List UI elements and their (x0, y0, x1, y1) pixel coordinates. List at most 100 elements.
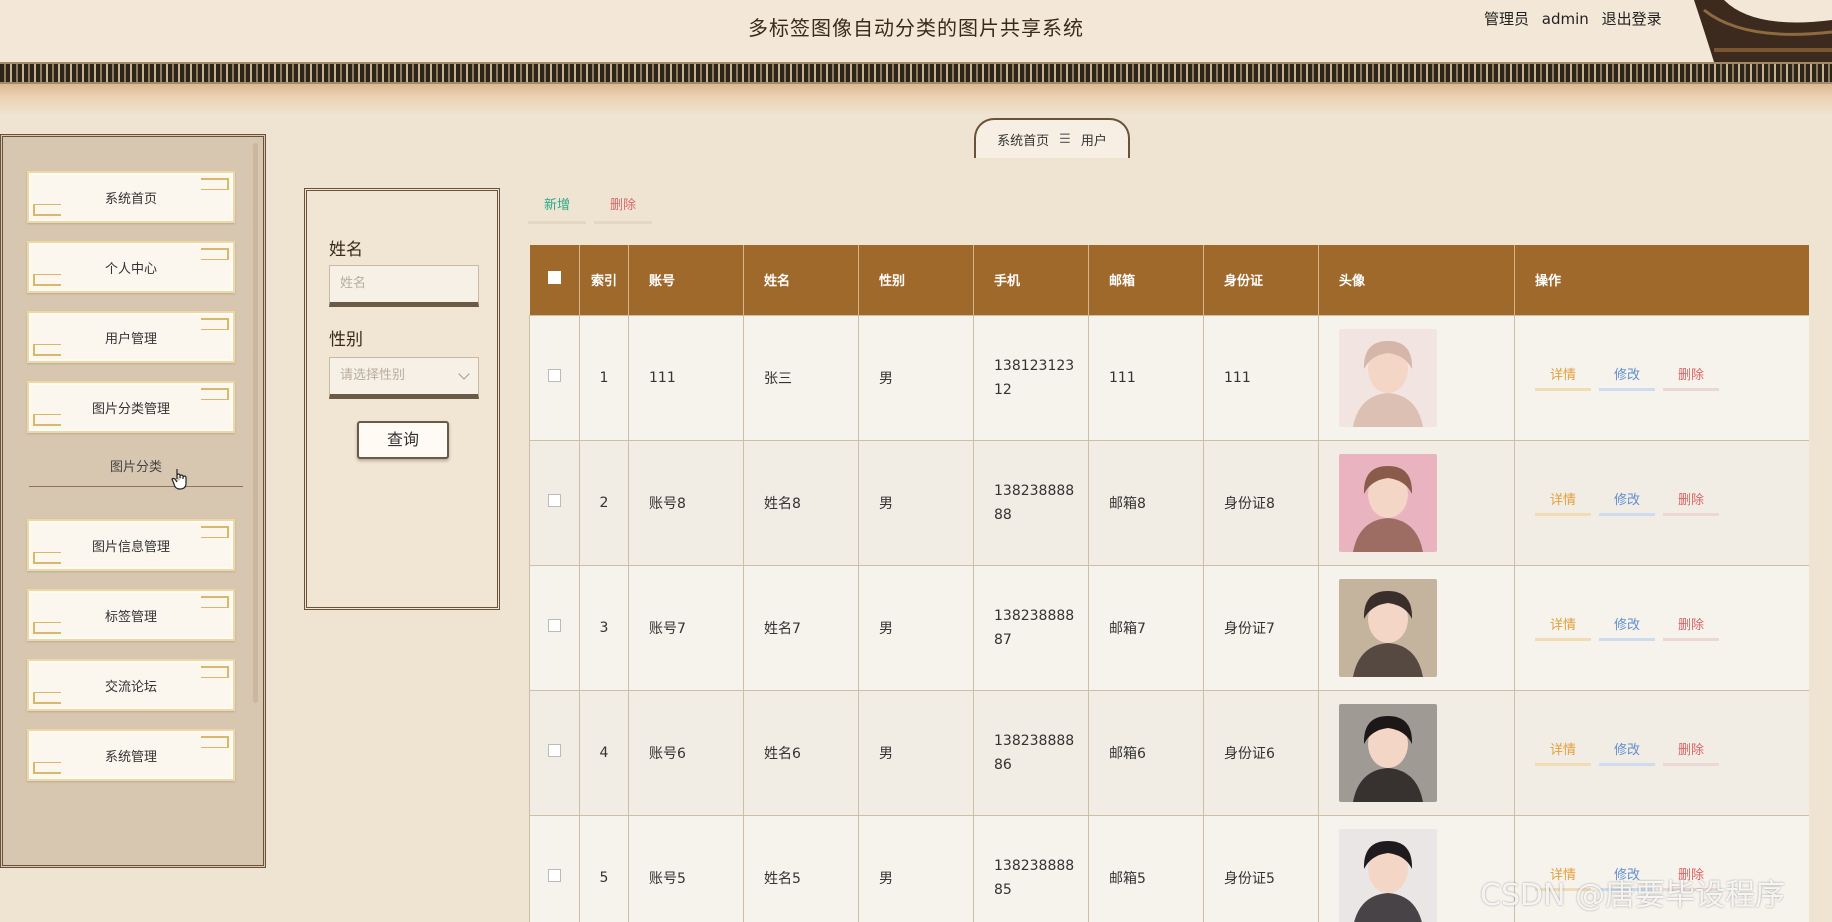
username: admin (1541, 10, 1589, 28)
col-phone: 手机 (973, 245, 1089, 315)
select-all-checkbox[interactable] (529, 245, 580, 315)
phone-text: 13823888888 (994, 482, 1075, 523)
delete-button[interactable]: 删除 (1663, 490, 1719, 516)
cell-avatar (1318, 439, 1515, 566)
cell-name: 姓名7 (743, 564, 859, 691)
cell-idcard: 身份证6 (1203, 689, 1319, 816)
avatar-image[interactable] (1339, 453, 1437, 552)
gender-select-placeholder: 请选择性别 (340, 368, 406, 383)
sidebar-item-image-info[interactable]: 图片信息管理 (27, 519, 235, 571)
cell-name: 姓名5 (743, 814, 859, 922)
cell-gender: 男 (858, 689, 974, 816)
cell-email: 邮箱7 (1088, 564, 1204, 691)
col-index: 索引 (579, 245, 629, 315)
edit-button[interactable]: 修改 (1599, 615, 1655, 641)
cell-idcard: 111 (1203, 314, 1319, 441)
edit-button[interactable]: 修改 (1599, 490, 1655, 516)
sidebar-item-forum[interactable]: 交流论坛 (27, 659, 235, 711)
cell-index: 4 (579, 689, 629, 816)
sidebar-item-tags[interactable]: 标签管理 (27, 589, 235, 641)
breadcrumb: 系统首页 ☰ 用户 (974, 118, 1130, 158)
detail-button[interactable]: 详情 (1535, 490, 1591, 516)
col-avatar: 头像 (1318, 245, 1515, 315)
delete-button[interactable]: 删除 (1663, 615, 1719, 641)
cell-index: 3 (579, 564, 629, 691)
sidebar: 系统首页 个人中心 用户管理 图片分类管理 图片分类 图片信息管理 标签管理 交… (0, 134, 266, 868)
sidebar-item-image-category[interactable]: 图片分类管理 (27, 381, 235, 433)
fret-border (0, 62, 1832, 84)
cell-phone: 13823888885 (973, 814, 1089, 922)
user-area: 管理员 admin 退出登录 (1484, 8, 1670, 29)
brush-decoration (0, 84, 1832, 114)
cell-phone: 13812312312 (973, 314, 1089, 441)
avatar-image[interactable] (1339, 328, 1437, 427)
edit-button[interactable]: 修改 (1599, 740, 1655, 766)
col-email: 邮箱 (1088, 245, 1204, 315)
cell-gender: 男 (858, 564, 974, 691)
detail-button[interactable]: 详情 (1535, 740, 1591, 766)
phone-text: 13823888887 (994, 607, 1075, 648)
breadcrumb-home[interactable]: 系统首页 (997, 130, 1049, 149)
cell-account: 账号5 (628, 814, 744, 922)
sidebar-item-system[interactable]: 系统管理 (27, 729, 235, 781)
sidebar-item-users[interactable]: 用户管理 (27, 311, 235, 363)
avatar-image[interactable] (1339, 578, 1437, 677)
cell-email: 111 (1088, 314, 1204, 441)
breadcrumb-current: 用户 (1080, 133, 1107, 149)
gender-select[interactable]: 请选择性别 (329, 357, 479, 399)
row-checkbox[interactable] (529, 314, 580, 441)
logout-link[interactable]: 退出登录 (1602, 10, 1662, 28)
query-button[interactable]: 查询 (357, 421, 449, 459)
delete-button[interactable]: 删除 (1663, 365, 1719, 391)
roof-decoration-icon (1694, 0, 1832, 62)
col-ops: 操作 (1514, 245, 1809, 315)
hand-cursor-icon (171, 469, 187, 490)
row-checkbox[interactable] (529, 564, 580, 691)
detail-button[interactable]: 详情 (1535, 365, 1591, 391)
cell-ops: 详情 修改 删除 (1514, 689, 1809, 816)
row-checkbox[interactable] (529, 439, 580, 566)
sidebar-subitem-image-category[interactable]: 图片分类 (29, 453, 243, 487)
cell-email: 邮箱5 (1088, 814, 1204, 922)
add-button[interactable]: 新增 (528, 192, 586, 224)
cell-account: 111 (628, 314, 744, 441)
cell-email: 邮箱8 (1088, 439, 1204, 566)
cell-phone: 13823888887 (973, 564, 1089, 691)
table-header-row: 索引 账号 姓名 性别 手机 邮箱 身份证 头像 操作 (529, 245, 1809, 315)
cell-idcard: 身份证7 (1203, 564, 1319, 691)
breadcrumb-separator-icon: ☰ (1059, 131, 1071, 147)
edit-button[interactable]: 修改 (1599, 365, 1655, 391)
cell-email: 邮箱6 (1088, 689, 1204, 816)
col-gender: 性别 (858, 245, 974, 315)
cell-avatar (1318, 314, 1515, 441)
cell-gender: 男 (858, 814, 974, 922)
cell-avatar (1318, 689, 1515, 816)
row-actions: 详情 修改 删除 (1535, 740, 1809, 766)
cell-name: 张三 (743, 314, 859, 441)
cell-avatar (1318, 564, 1515, 691)
sidebar-scrollbar[interactable] (253, 143, 258, 703)
sidebar-item-home[interactable]: 系统首页 (27, 171, 235, 223)
avatar-image[interactable] (1339, 828, 1437, 922)
cell-name: 姓名6 (743, 689, 859, 816)
cell-account: 账号7 (628, 564, 744, 691)
delete-button[interactable]: 删除 (1663, 740, 1719, 766)
detail-button[interactable]: 详情 (1535, 615, 1591, 641)
cell-idcard: 身份证5 (1203, 814, 1319, 922)
table-row: 4 账号6 姓名6 男 13823888886 邮箱6 身份证6 详情 修改 删… (529, 689, 1809, 816)
row-checkbox[interactable] (529, 689, 580, 816)
sidebar-item-profile[interactable]: 个人中心 (27, 241, 235, 293)
batch-delete-button[interactable]: 删除 (594, 192, 652, 224)
row-actions: 详情 修改 删除 (1535, 615, 1809, 641)
search-panel: 姓名 姓名 性别 请选择性别 查询 (304, 188, 500, 610)
col-account: 账号 (628, 245, 744, 315)
csdn-watermark: CSDN @唐要毕设程序 (1480, 878, 1786, 913)
cell-account: 账号6 (628, 689, 744, 816)
cell-index: 5 (579, 814, 629, 922)
avatar-image[interactable] (1339, 703, 1437, 802)
cell-account: 账号8 (628, 439, 744, 566)
name-label: 姓名 (329, 240, 363, 260)
table-row: 3 账号7 姓名7 男 13823888887 邮箱7 身份证7 详情 修改 删… (529, 564, 1809, 691)
name-input[interactable]: 姓名 (329, 265, 479, 307)
row-checkbox[interactable] (529, 814, 580, 922)
